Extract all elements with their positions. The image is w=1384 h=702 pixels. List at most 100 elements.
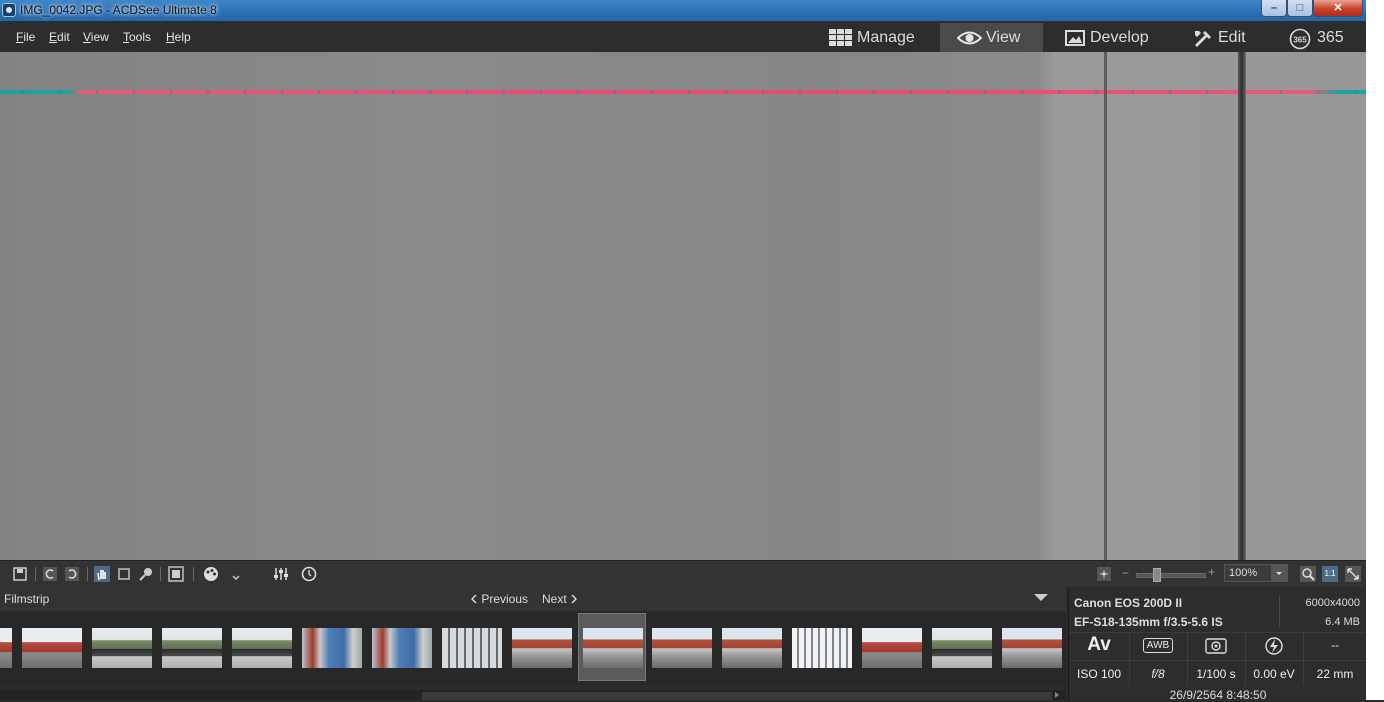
previous-label: Previous xyxy=(481,592,529,606)
minimize-button[interactable]: – xyxy=(1261,0,1287,17)
zoom-slider[interactable] xyxy=(1136,573,1206,578)
thumbnail-image xyxy=(162,628,222,668)
aperture-value: f/8 xyxy=(1129,660,1187,686)
desktop-edge xyxy=(1366,0,1384,700)
zoom-slider-handle[interactable] xyxy=(1153,568,1161,582)
flash-value: -- xyxy=(1303,632,1367,658)
toolbar-separator xyxy=(87,567,88,581)
filmstrip-thumbnail[interactable] xyxy=(302,628,362,668)
previous-button[interactable]: Previous xyxy=(470,592,528,606)
thumbnail-image xyxy=(302,628,362,668)
image-door-edge xyxy=(1104,52,1107,560)
clock-icon[interactable] xyxy=(301,566,317,582)
zoom-out-button[interactable]: − xyxy=(1122,566,1129,580)
rotate-right-icon[interactable] xyxy=(64,566,80,582)
filmstrip-thumbnail[interactable] xyxy=(652,628,712,668)
adjustments-icon[interactable] xyxy=(273,566,289,582)
thumbnail-image xyxy=(372,628,432,668)
filmstrip-collapse-icon[interactable] xyxy=(1033,593,1049,603)
image-icon xyxy=(1065,30,1085,46)
compass-icon[interactable] xyxy=(1096,566,1112,582)
menu-tools[interactable]: Tools xyxy=(123,30,151,44)
full-screen-icon[interactable] xyxy=(1345,566,1361,582)
menu-edit[interactable]: Edit xyxy=(49,30,70,44)
thumbnail-image xyxy=(22,628,82,668)
filmstrip-scrollbar-thumb[interactable] xyxy=(422,692,1052,700)
filmstrip-thumbnail[interactable] xyxy=(22,628,82,668)
thumbnail-image xyxy=(92,628,152,668)
white-balance: AWB xyxy=(1129,632,1187,658)
filmstrip-thumbnail-partial[interactable] xyxy=(0,628,12,668)
filmstrip-thumbnail[interactable] xyxy=(372,628,432,668)
filmstrip-thumbnail[interactable] xyxy=(162,628,222,668)
thumbnail-image xyxy=(232,628,292,668)
filmstrip-thumbnail[interactable] xyxy=(792,628,852,668)
magnifier-icon[interactable] xyxy=(1300,566,1316,582)
menu-bar: File Edit View Tools Help Manage View De… xyxy=(0,21,1366,53)
filmstrip-pane: Filmstrip Previous Next xyxy=(0,587,1066,700)
filmstrip-thumbnail[interactable] xyxy=(932,628,992,668)
filmstrip-thumbnail[interactable] xyxy=(722,628,782,668)
mode-view-button[interactable]: View xyxy=(940,23,1043,52)
filmstrip-thumbnail[interactable] xyxy=(442,628,502,668)
filmstrip-thumbnail[interactable] xyxy=(92,628,152,668)
image-door-frame xyxy=(1238,52,1246,560)
cell-divider xyxy=(1303,633,1304,686)
shutter-value: 1/100 s xyxy=(1187,660,1245,686)
cell-divider xyxy=(1187,633,1188,686)
eye-icon xyxy=(957,31,982,45)
filmstrip-thumbnail[interactable] xyxy=(232,628,292,668)
mode-view-label: View xyxy=(986,29,1021,46)
thumbnail-image xyxy=(792,628,852,668)
image-viewer[interactable] xyxy=(0,52,1366,560)
actual-size-button[interactable]: 1:1 xyxy=(1322,566,1338,582)
filmstrip-thumbnail[interactable] xyxy=(512,628,572,668)
menu-file[interactable]: File xyxy=(16,30,35,44)
white-balance-value: AWB xyxy=(1142,638,1174,653)
cell-divider xyxy=(1129,633,1130,686)
iso-value: ISO 100 xyxy=(1069,660,1129,686)
zoom-value: 100% xyxy=(1229,567,1258,579)
thumbnail-image xyxy=(1002,628,1062,668)
fit-screen-icon[interactable] xyxy=(168,566,184,582)
save-icon[interactable] xyxy=(12,566,28,582)
menu-help[interactable]: Help xyxy=(166,30,191,44)
lens-model: EF-S18-135mm f/3.5-5.6 IS xyxy=(1074,615,1223,629)
toolbar-separator xyxy=(193,567,194,581)
chevron-down-icon[interactable] xyxy=(231,566,241,582)
toolbar-separator xyxy=(35,567,36,581)
svg-text:365: 365 xyxy=(1293,36,1307,45)
toolbar-separator xyxy=(160,567,161,581)
flash xyxy=(1245,632,1303,658)
zoom-select[interactable]: 100% xyxy=(1224,564,1288,582)
next-button[interactable]: Next xyxy=(542,592,578,606)
close-button[interactable]: ✕ xyxy=(1313,0,1363,17)
rotate-left-icon[interactable] xyxy=(42,566,58,582)
filmstrip-header: Filmstrip Previous Next xyxy=(0,587,1066,611)
filmstrip-scrollbar[interactable] xyxy=(0,690,1066,700)
menu-view[interactable]: View xyxy=(83,30,109,44)
image-info-panel: Canon EOS 200D II EF-S18-135mm f/3.5-5.6… xyxy=(1068,587,1367,702)
hand-tool-icon[interactable] xyxy=(94,566,110,582)
selection-tool-icon[interactable] xyxy=(116,566,132,582)
filmstrip-thumbnail[interactable] xyxy=(1002,628,1062,668)
filmstrip-thumbnail-selected[interactable] xyxy=(578,613,646,681)
mode-365-button[interactable]: 365 365 xyxy=(1267,23,1364,52)
flash-off-icon xyxy=(1265,637,1283,655)
scroll-right-icon[interactable] xyxy=(1053,691,1061,699)
mode-develop-button[interactable]: Develop xyxy=(1045,23,1163,52)
acdsee-app-icon[interactable] xyxy=(2,3,16,17)
mode-manage-button[interactable]: Manage xyxy=(820,23,938,52)
cell-divider xyxy=(1245,633,1246,686)
metering-icon xyxy=(1205,638,1227,654)
color-palette-icon[interactable] xyxy=(203,566,219,582)
maximize-button[interactable]: □ xyxy=(1287,0,1313,17)
zoom-tool-icon[interactable] xyxy=(138,566,154,582)
chevron-down-icon xyxy=(1271,565,1287,581)
thumbnail-image xyxy=(862,628,922,668)
filmstrip-thumbnail[interactable] xyxy=(862,628,922,668)
thumbnail-image xyxy=(442,628,502,668)
mode-edit-button[interactable]: Edit xyxy=(1165,23,1265,52)
mode-manage-label: Manage xyxy=(857,29,915,46)
zoom-in-button[interactable]: + xyxy=(1208,565,1215,579)
